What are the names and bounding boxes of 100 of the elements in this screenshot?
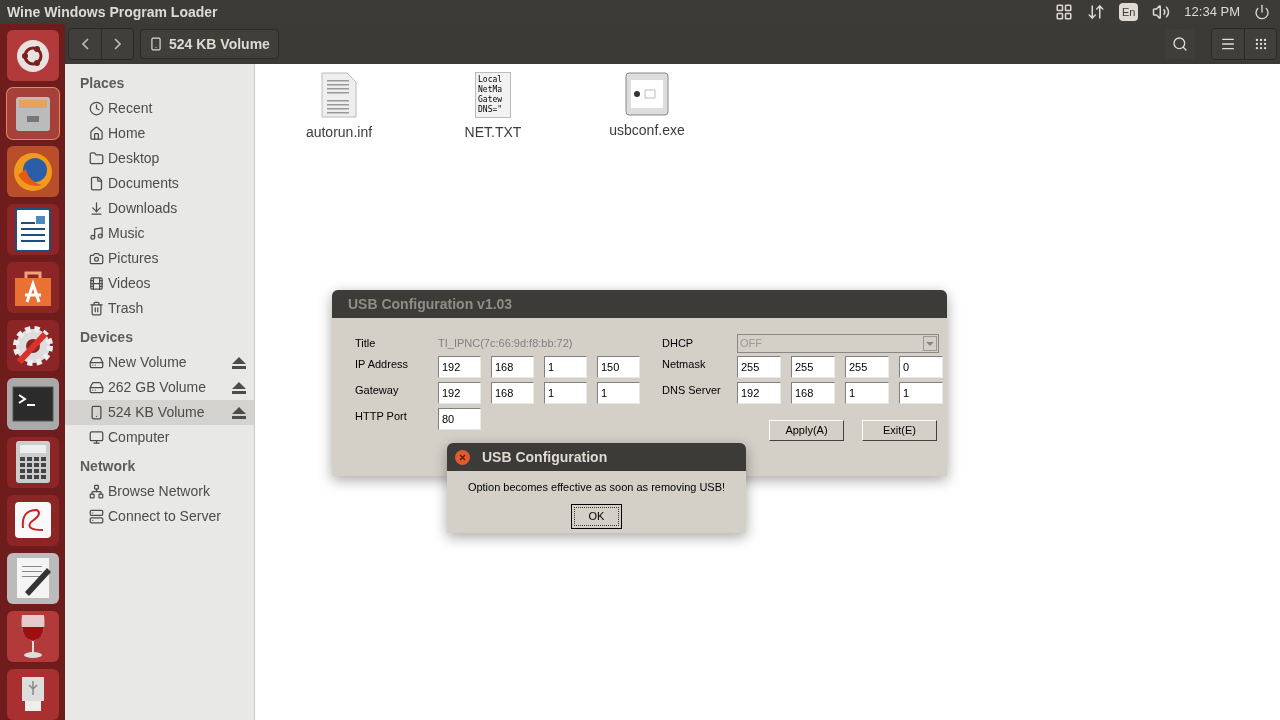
input-field[interactable]: 255: [737, 356, 781, 378]
sidebar-label: Trash: [108, 299, 144, 318]
search-button[interactable]: [1165, 29, 1195, 59]
launcher-item[interactable]: [6, 610, 59, 662]
field-label: Netmask: [662, 357, 707, 372]
calculator-icon: [14, 440, 51, 485]
dialog-button[interactable]: Exit(E): [862, 420, 937, 441]
sidebar-label: Computer: [108, 428, 170, 447]
input-field[interactable]: 192: [438, 382, 481, 404]
chevron-left-icon: [81, 38, 89, 50]
home-icon: [89, 126, 104, 141]
sidebar-item[interactable]: Computer: [65, 425, 254, 450]
input-field[interactable]: 255: [845, 356, 889, 378]
sidebar-item[interactable]: Videos: [65, 271, 254, 296]
preview-line: DNS=": [478, 105, 504, 115]
workspaces-icon[interactable]: [1054, 3, 1073, 21]
globe-icon: [11, 150, 54, 193]
sidebar-label: 524 KB Volume: [108, 403, 205, 422]
launcher-item[interactable]: [6, 320, 59, 372]
gear-wrench-icon: [10, 323, 55, 368]
file-item[interactable]: autorun.inf: [283, 72, 395, 143]
launcher-item[interactable]: [6, 30, 59, 82]
sidebar-item[interactable]: Browse Network: [65, 479, 254, 504]
location-button[interactable]: 524 KB Volume: [140, 29, 279, 59]
trash-icon: [89, 301, 104, 316]
file-item[interactable]: Local NetMa Gatew DNS=" NET.TXT: [437, 72, 549, 143]
launcher-item[interactable]: [6, 494, 59, 546]
input-field[interactable]: 0: [899, 356, 943, 378]
field-label: HTTP Port: [355, 409, 408, 424]
sidebar-item[interactable]: 262 GB Volume: [65, 375, 254, 400]
input-field[interactable]: 192: [737, 382, 781, 404]
input-field[interactable]: 150: [597, 356, 640, 378]
preview-line: Local: [478, 75, 504, 85]
network-icon[interactable]: [1086, 3, 1105, 21]
launcher-item[interactable]: [6, 262, 59, 314]
input-field[interactable]: 1: [845, 382, 889, 404]
sidebar-label: Connect to Server: [108, 507, 221, 526]
dialog-title: USB Configuration v1.03: [348, 294, 513, 314]
sidebar-item[interactable]: 524 KB Volume: [65, 400, 254, 425]
launcher-item[interactable]: [6, 204, 59, 256]
launcher-item[interactable]: [6, 436, 59, 488]
input-field[interactable]: 1: [899, 382, 943, 404]
sidebar-label: New Volume: [108, 353, 187, 372]
sidebar-item[interactable]: Home: [65, 121, 254, 146]
terminal-icon: [11, 386, 54, 422]
close-icon[interactable]: [455, 449, 470, 465]
sidebar-label: Home: [108, 124, 146, 143]
sidebar-item[interactable]: New Volume: [65, 350, 254, 375]
keyboard-indicator[interactable]: En: [1118, 3, 1139, 21]
dialog-button[interactable]: Apply(A): [769, 420, 844, 441]
computer-icon: [89, 430, 104, 445]
ok-button[interactable]: OK: [571, 503, 622, 529]
input-field[interactable]: 192: [438, 356, 481, 378]
program-icon: [625, 72, 669, 116]
download-icon: [89, 201, 104, 216]
field-label: DNS Server: [662, 383, 722, 398]
launcher-item[interactable]: [6, 146, 59, 198]
launcher-item[interactable]: [6, 552, 59, 604]
input-field[interactable]: 1: [597, 382, 640, 404]
sidebar-item[interactable]: Recent: [65, 96, 254, 121]
sidebar-item[interactable]: Pictures: [65, 246, 254, 271]
field-label: Title: [355, 335, 377, 351]
menu-icon: [1220, 36, 1236, 52]
launcher-item[interactable]: [6, 668, 59, 720]
sidebar-item[interactable]: Connect to Server: [65, 504, 254, 529]
sidebar-item[interactable]: Documents: [65, 171, 254, 196]
folder-icon: [89, 151, 104, 166]
window-title: Wine Windows Program Loader: [7, 2, 218, 22]
file-name: NET.TXT: [464, 123, 522, 142]
camera-icon: [89, 251, 104, 266]
section-heading: Places: [79, 74, 126, 93]
sidebar-item[interactable]: Desktop: [65, 146, 254, 171]
eject-icon[interactable]: [232, 406, 246, 419]
ubuntu-logo-icon: [15, 38, 50, 73]
power-icon[interactable]: [1254, 4, 1270, 20]
sidebar-label: Documents: [108, 174, 179, 193]
preview-line: NetMa: [478, 85, 504, 95]
input-field[interactable]: 168: [491, 356, 534, 378]
drive-icon: [89, 380, 104, 395]
film-icon: [89, 276, 104, 291]
eject-icon[interactable]: [232, 381, 246, 394]
input-field[interactable]: 1: [544, 356, 587, 378]
section-heading: Devices: [79, 328, 134, 347]
input-field[interactable]: 168: [491, 382, 534, 404]
file-item[interactable]: usbconf.exe: [591, 72, 703, 141]
sidebar-item[interactable]: Music: [65, 221, 254, 246]
dots-grid-icon: [1253, 37, 1268, 51]
input-field[interactable]: 80: [438, 408, 481, 430]
input-field[interactable]: 1: [544, 382, 587, 404]
sidebar-label: 262 GB Volume: [108, 378, 207, 397]
clock[interactable]: 12:34 PM: [1184, 2, 1240, 22]
eject-icon[interactable]: [232, 356, 246, 369]
sidebar-label: Browse Network: [108, 482, 210, 501]
volume-icon[interactable]: [1152, 3, 1171, 21]
sidebar-label: Recent: [108, 99, 153, 118]
input-field[interactable]: 255: [791, 356, 835, 378]
input-field[interactable]: 168: [791, 382, 835, 404]
launcher-item[interactable]: [6, 378, 59, 430]
sidebar-item[interactable]: Downloads: [65, 196, 254, 221]
sidebar-item[interactable]: Trash: [65, 296, 254, 321]
